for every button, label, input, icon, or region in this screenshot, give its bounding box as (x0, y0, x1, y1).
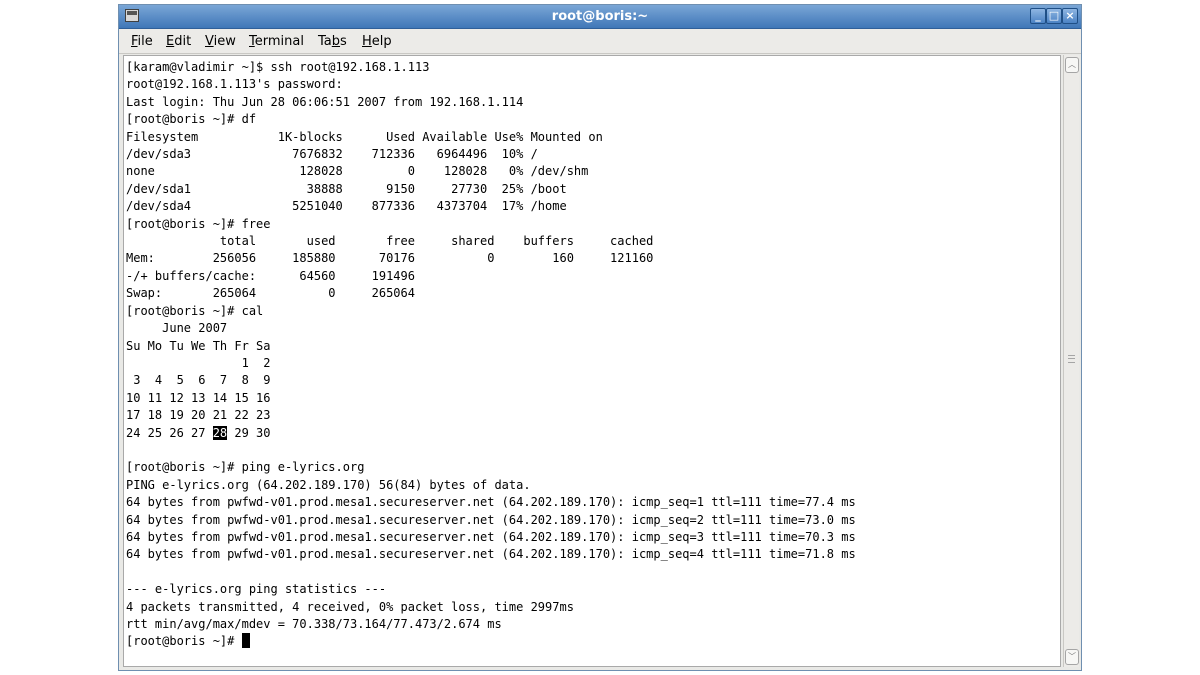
menu-edit-mnemonic: E (166, 34, 175, 49)
menu-tabs[interactable]: Tabs (318, 34, 347, 49)
window-title: root@boris:~ (551, 9, 649, 24)
terminal-text: [karam@vladimir ~]$ ssh root@192.168.1.1… (126, 59, 856, 651)
menu-bar: File Edit View Terminal Tabs Help (119, 29, 1081, 54)
calendar-today-highlight: 28 (212, 425, 228, 440)
menu-help-mnemonic: H (362, 34, 372, 49)
terminal-output-area[interactable]: [karam@vladimir ~]$ ssh root@192.168.1.1… (123, 55, 1061, 667)
menu-help[interactable]: Help (362, 34, 392, 49)
menu-terminal[interactable]: Terminal (249, 34, 304, 49)
menu-file-label: ile (137, 34, 153, 49)
scroll-up-arrow-icon[interactable]: ︿ (1065, 57, 1079, 73)
terminal-cursor (241, 633, 250, 649)
terminal-window: root@boris:~ _ □ × File Edit View Termin… (118, 4, 1082, 671)
close-button[interactable]: × (1062, 8, 1078, 24)
menu-help-label: elp (371, 34, 392, 49)
menu-view-label: iew (213, 34, 236, 49)
menu-tabs-label-end: s (340, 34, 347, 49)
scrollbar-grip-icon[interactable] (1068, 355, 1075, 363)
scroll-down-arrow-icon[interactable]: ﹀ (1065, 649, 1079, 665)
menu-view[interactable]: View (205, 34, 236, 49)
menu-edit[interactable]: Edit (166, 34, 191, 49)
menu-tabs-mnemonic: b (331, 34, 341, 49)
terminal-output-text: [karam@vladimir ~]$ ssh root@192.168.1.1… (126, 60, 654, 440)
menu-edit-label: dit (174, 34, 192, 49)
title-bar[interactable]: root@boris:~ _ □ × (119, 5, 1081, 29)
terminal-output-text-continued: 29 30 [root@boris ~]# ping e-lyrics.org … (126, 425, 856, 649)
maximize-button[interactable]: □ (1046, 8, 1062, 24)
menu-view-mnemonic: V (205, 34, 214, 49)
minimize-button[interactable]: _ (1030, 8, 1046, 24)
menu-tabs-label-start: Ta (318, 34, 332, 49)
vertical-scrollbar[interactable]: ︿ ﹀ (1063, 55, 1079, 667)
menu-terminal-label: erminal (254, 34, 304, 49)
menu-file[interactable]: File (131, 34, 153, 49)
